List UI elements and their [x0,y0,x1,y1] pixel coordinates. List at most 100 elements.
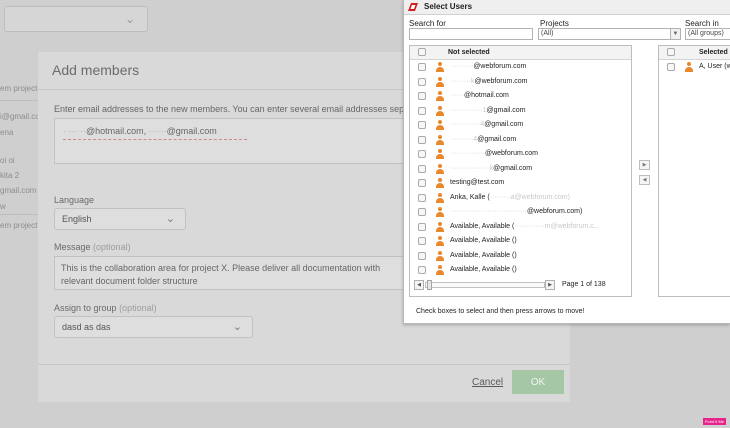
list-item[interactable]: Available, Available (·············m@web… [410,220,631,234]
search-for-label: Search for [409,19,446,28]
redacted-text: ································· [450,208,527,215]
list-item[interactable]: ··········4@gmail.com [410,133,631,147]
move-left-button[interactable]: ◀ [639,175,650,185]
redacted-text: ·········· [450,63,474,70]
selected-panel: Selected A, User (w [658,45,730,297]
redacted-text: ·········a@webforum.com) [489,193,570,201]
row-checkbox[interactable] [418,106,426,115]
projects-dropdown-button[interactable]: ▼ [670,28,681,40]
row-checkbox[interactable] [418,150,426,158]
user-icon [436,91,444,101]
pager-next-button[interactable]: ▶ [545,280,555,290]
user-label: Available, Available (·············m@web… [450,223,600,230]
user-text: Available, Available ( [450,222,515,230]
user-icon [436,207,444,217]
email-addresses-field[interactable]: · ··· ··@hotmail.com, ······@gmail.com [54,118,414,164]
group-select[interactable]: dasd as das ⌄ [54,316,253,338]
list-item[interactable]: ··············1@gmail.com [410,104,631,118]
user-icon [436,192,444,203]
user-label: ···············@webforum.com [450,150,538,157]
user-icon [436,178,444,188]
email-part: @gmail.com [166,126,217,136]
user-icon [436,250,444,261]
pager-prev-button[interactable]: ◀ [414,280,424,290]
cancel-button[interactable]: Cancel [472,377,503,388]
ok-button[interactable]: OK [512,370,564,394]
row-checkbox[interactable] [418,121,426,129]
row-checkbox[interactable] [418,179,426,187]
search-in-label: Search in [685,19,719,28]
user-label: ······@hotmail.com [450,92,509,99]
user-label: Available, Available () [450,237,517,244]
pager-scroll-track[interactable] [425,282,545,288]
redacted-text: · ··· ·· [63,126,86,136]
list-item[interactable]: ·································@webfor… [410,205,631,219]
list-item[interactable]: ······@hotmail.com [410,89,631,103]
user-text: testing@test.com [450,179,505,186]
select-all-checkbox[interactable] [418,48,426,56]
user-icon [436,163,444,174]
user-label: ·································@webfor… [450,208,582,215]
user-label: Available, Available () [450,266,517,273]
group-label-text: Assign to group [54,303,117,313]
row-checkbox[interactable] [418,222,426,231]
user-label: ··········@webforum.com [450,63,526,70]
background-select: ⌄ [4,6,148,32]
row-checkbox[interactable] [418,164,426,173]
list-item[interactable]: A, User (w [659,60,730,74]
email-part: @hotmail.com, [85,126,147,136]
background-item: w [0,202,6,211]
row-checkbox[interactable] [418,135,426,144]
instructions-text: Enter email addresses to the new members… [54,104,413,114]
row-checkbox[interactable] [418,92,426,100]
list-item[interactable]: ·········k@webforum.com [410,75,631,89]
user-text: @gmail.com [484,121,524,128]
row-checkbox[interactable] [667,63,675,71]
selected-header-label: Selected [699,49,728,56]
user-text: @gmail.com [486,106,526,114]
user-text: Anka, Kalle ( [450,193,490,201]
search-input[interactable] [409,28,533,40]
list-item[interactable]: testing@test.com [410,176,631,190]
background-item: ena [0,128,14,137]
not-selected-header: Not selected [410,46,631,60]
email-addresses-value: · ··· ··@hotmail.com, ······@gmail.com [63,126,217,136]
row-checkbox[interactable] [418,237,426,245]
list-item[interactable]: Anka, Kalle (·········a@webforum.com) [410,191,631,205]
redacted-text: ·············m@webforum.c... [514,222,600,230]
list-item[interactable]: Available, Available () [410,234,631,248]
language-select[interactable]: English ⌄ [54,208,186,230]
list-item[interactable]: ·············4@gmail.com [410,118,631,132]
user-icon [436,62,444,72]
user-label: testing@test.com [450,179,504,186]
user-text: Available, Available () [450,237,517,244]
row-checkbox[interactable] [418,193,426,202]
list-item[interactable]: ···············@webforum.com [410,147,631,161]
optional-hint: (optional) [93,242,131,252]
redacted-text: ·············4 [450,121,485,128]
list-item[interactable]: Available, Available () [410,249,631,263]
user-text: @gmail.com [477,135,517,143]
row-checkbox[interactable] [418,77,426,86]
select-users-window: Select Users Search for Projects (All) ▼… [403,0,730,324]
user-label: ·················k@gmail.com [450,165,532,172]
divider [0,100,40,101]
redacted-text: ··············· [450,150,485,157]
row-checkbox[interactable] [418,63,426,71]
search-in-select[interactable]: (All groups) [685,28,730,40]
list-item[interactable]: ··········@webforum.com [410,60,631,74]
list-item[interactable]: ·················k@gmail.com [410,162,631,176]
pager-scroll-thumb[interactable] [427,280,432,290]
select-all-selected-checkbox[interactable] [667,48,675,56]
user-icon [436,221,444,232]
row-checkbox[interactable] [418,266,426,274]
user-label: ·············4@gmail.com [450,121,523,128]
language-value: English [62,214,92,224]
move-right-button[interactable]: ▶ [639,160,650,170]
message-field[interactable]: This is the collaboration area for proje… [54,256,414,290]
redacted-text: ··············1 [450,106,487,114]
row-checkbox[interactable] [418,251,426,260]
list-item[interactable]: Available, Available () [410,263,631,277]
row-checkbox[interactable] [418,208,426,216]
projects-select[interactable]: (All) [538,28,671,40]
